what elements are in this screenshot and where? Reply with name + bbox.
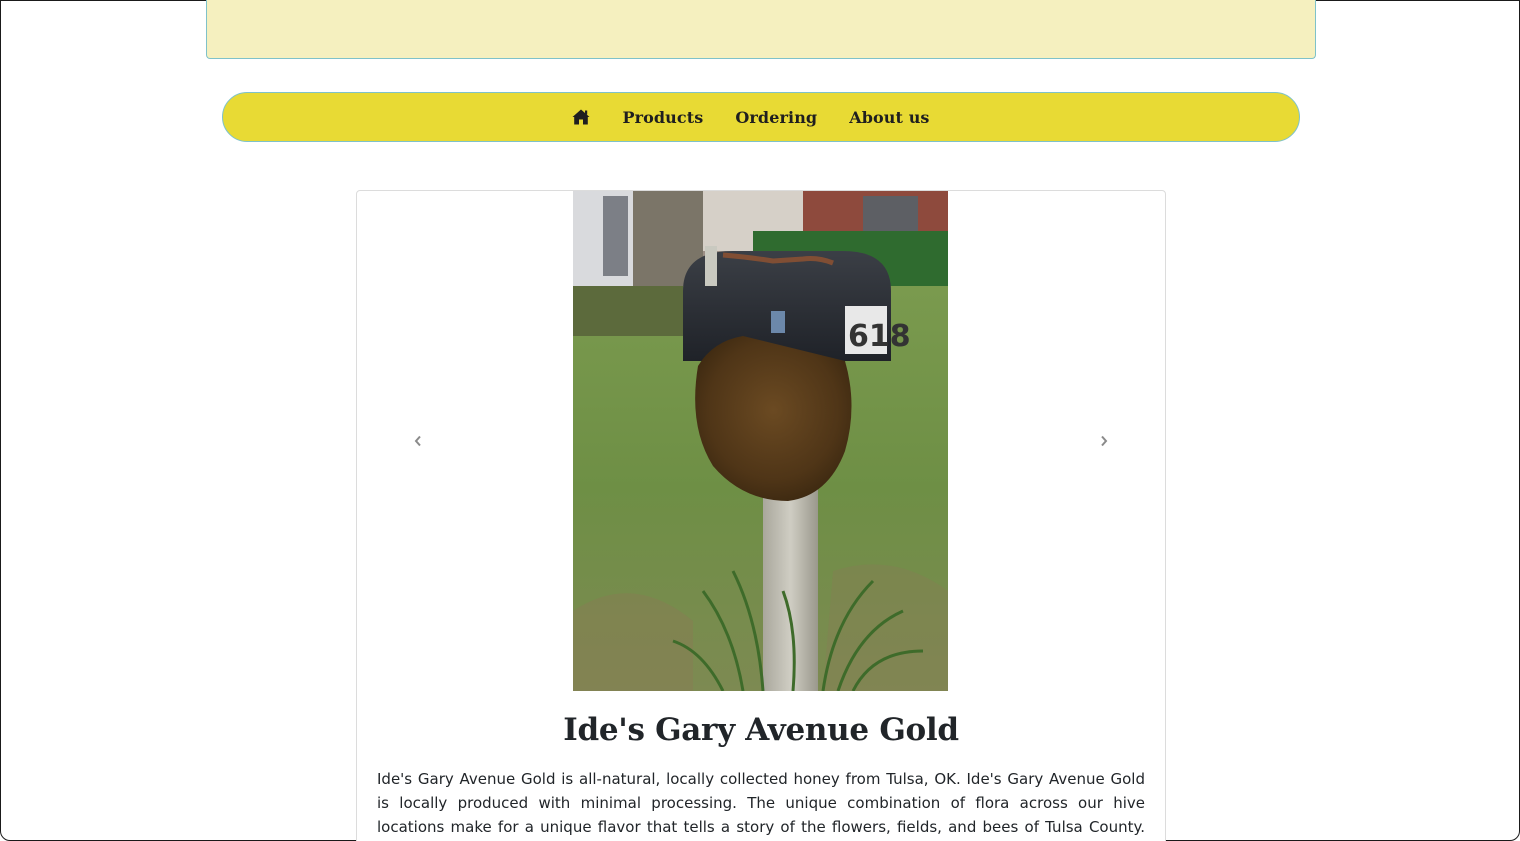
product-description: Ide's Gary Avenue Gold is all-natural, l… [377,770,1145,836]
chevron-left-icon [414,435,421,447]
nav-items: Products Ordering About us [556,108,945,127]
product-title: Ide's Gary Avenue Gold [563,712,959,748]
carousel-prev-button[interactable] [408,431,428,451]
nav-link-ordering[interactable]: Ordering [719,108,833,127]
top-banner [206,0,1316,59]
chevron-right-icon [1101,435,1108,447]
svg-text:618: 618 [848,319,911,354]
carousel-next-button[interactable] [1094,431,1114,451]
carousel-image[interactable]: 618 [573,191,948,691]
nav-link-about-us[interactable]: About us [833,108,945,127]
home-icon[interactable] [556,109,606,125]
product-card: 618 Ide's Gary Avenue Gold Ide's Gary Av… [356,190,1166,841]
nav-link-products[interactable]: Products [606,108,719,127]
main-navbar: Products Ordering About us [222,92,1300,142]
